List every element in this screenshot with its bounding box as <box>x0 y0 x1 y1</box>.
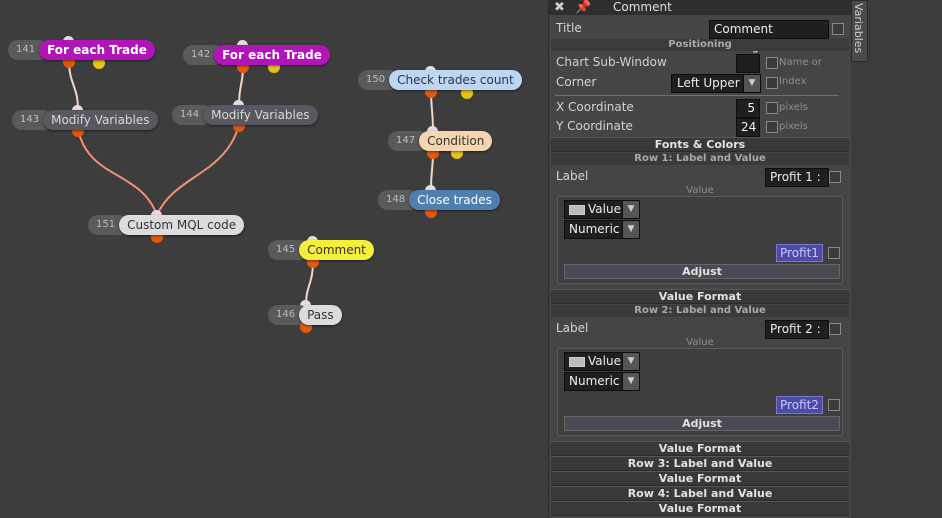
row1-value-group: Value ▼ Numeric ▼ Profit1 Adjust <box>557 196 843 284</box>
y-input[interactable]: 24 <box>736 118 760 137</box>
properties-panel: ✖ 📌 Comment Title Comment Message Positi… <box>548 0 851 518</box>
corner-value: Left Upper <box>677 76 740 90</box>
x-row: X Coordinate 5 pixels <box>551 98 849 118</box>
variables-tab-label: Variables <box>852 3 865 54</box>
node-145[interactable]: 145 Comment <box>268 240 374 260</box>
chevron-down-icon: ▼ <box>743 75 760 92</box>
x-label: X Coordinate <box>556 100 634 114</box>
row1-label-checkbox[interactable] <box>829 171 841 183</box>
row3-value-format-header[interactable]: Value Format <box>551 471 849 486</box>
row2-label-checkbox[interactable] <box>829 323 841 335</box>
row1-type-select[interactable]: Value ▼ <box>564 200 640 219</box>
row1-label-row: Label Profit 1 : <box>551 167 849 187</box>
node-142[interactable]: 142 For each Trade <box>183 45 330 65</box>
title-input[interactable]: Comment Message <box>709 20 829 53</box>
variables-side-tab[interactable]: Variables <box>851 0 868 62</box>
subwindow-row: Chart Sub-Window Name or Index <box>551 53 849 87</box>
wire-143-151 <box>77 129 158 216</box>
chevron-down-icon: ▼ <box>622 353 639 370</box>
fonts-colors-header[interactable]: Fonts & Colors <box>551 137 849 152</box>
row1-type-value: Value <box>588 202 621 216</box>
corner-row: Corner Left Upper ▼ <box>551 73 849 93</box>
row2-header: Row 2: Label and Value <box>551 305 849 317</box>
workflow-canvas[interactable]: 141 For each Trade 142 For each Trade 14… <box>0 0 548 518</box>
row1-format-value: Numeric <box>569 222 620 236</box>
node-148[interactable]: 148 Close trades <box>378 190 500 210</box>
row2-variable-checkbox[interactable] <box>828 399 840 411</box>
row1-header: Row 1: Label and Value <box>551 153 849 165</box>
node-146[interactable]: 146 Pass <box>268 305 342 325</box>
node-150[interactable]: 150 Check trades count <box>358 70 522 90</box>
value-icon <box>569 356 585 367</box>
node-label: Pass <box>299 305 342 325</box>
positioning-header: Positioning <box>551 39 849 51</box>
y-checkbox[interactable] <box>766 121 778 133</box>
node-label: Custom MQL code <box>119 215 245 235</box>
x-input[interactable]: 5 <box>736 99 760 118</box>
node-151[interactable]: 151 Custom MQL code <box>88 215 245 235</box>
corner-select[interactable]: Left Upper ▼ <box>671 74 761 93</box>
node-label: Close trades <box>409 190 500 210</box>
panel-titlebar: ✖ 📌 Comment <box>549 0 851 15</box>
row1-variable-button[interactable]: Profit1 <box>776 244 823 262</box>
subwindow-label: Chart Sub-Window <box>556 55 667 69</box>
x-checkbox[interactable] <box>766 102 778 114</box>
x-unit: pixels <box>779 102 808 113</box>
node-143[interactable]: 143 Modify Variables <box>12 110 158 130</box>
chevron-down-icon: ▼ <box>622 373 639 390</box>
row2-value-format-header[interactable]: Value Format <box>551 441 849 456</box>
row2-type-select[interactable]: Value ▼ <box>564 352 640 371</box>
row1-format-select[interactable]: Numeric ▼ <box>564 220 640 239</box>
node-label: Modify Variables <box>43 110 158 130</box>
divider <box>555 95 839 96</box>
chevron-down-icon: ▼ <box>622 201 639 218</box>
subwindow-checkbox[interactable] <box>766 57 778 69</box>
row4-header[interactable]: Row 4: Label and Value <box>551 486 849 501</box>
row4-value-format-header[interactable]: Value Format <box>551 501 849 516</box>
node-label: For each Trade <box>214 45 330 65</box>
y-row: Y Coordinate 24 pixels <box>551 117 849 137</box>
row1-label-caption: Label <box>556 169 589 183</box>
close-icon[interactable]: ✖ <box>554 0 565 15</box>
node-label: Condition <box>419 131 493 151</box>
node-label: Modify Variables <box>203 105 318 125</box>
row1-value-format-header[interactable]: Value Format <box>551 289 849 304</box>
title-label: Title <box>556 21 582 35</box>
y-unit: pixels <box>779 121 808 132</box>
corner-label: Corner <box>556 75 597 89</box>
node-label: For each Trade <box>39 40 155 60</box>
row2-value-group: Value ▼ Numeric ▼ Profit2 Adjust <box>557 348 843 436</box>
wire-144-151 <box>156 124 240 216</box>
row2-format-value: Numeric <box>569 374 620 388</box>
row2-adjust-button[interactable]: Adjust <box>564 416 840 431</box>
node-147[interactable]: 147 Condition <box>388 131 493 151</box>
row1-variable-checkbox[interactable] <box>828 247 840 259</box>
row3-header[interactable]: Row 3: Label and Value <box>551 456 849 471</box>
node-141[interactable]: 141 For each Trade <box>8 40 155 60</box>
row2-value-caption: Value <box>686 337 714 348</box>
row2-type-value: Value <box>588 354 621 368</box>
row2-variable-button[interactable]: Profit2 <box>776 396 823 414</box>
row1-value-caption: Value <box>686 185 714 196</box>
subwindow-input[interactable] <box>736 54 760 73</box>
corner-checkbox[interactable] <box>766 77 778 89</box>
panel-title: Comment <box>613 0 672 14</box>
node-label: Comment <box>299 240 374 260</box>
pin-icon[interactable]: 📌 <box>575 0 591 15</box>
y-label: Y Coordinate <box>556 119 633 133</box>
chevron-down-icon: ▼ <box>622 221 639 238</box>
row2-label-caption: Label <box>556 321 589 335</box>
value-icon <box>569 204 585 215</box>
node-144[interactable]: 144 Modify Variables <box>172 105 318 125</box>
row1-adjust-button[interactable]: Adjust <box>564 264 840 279</box>
row2-label-row: Label Profit 2 : <box>551 319 849 339</box>
title-checkbox[interactable] <box>832 23 844 35</box>
row2-format-select[interactable]: Numeric ▼ <box>564 372 640 391</box>
node-label: Check trades count <box>389 70 522 90</box>
title-row: Title Comment Message <box>551 19 849 53</box>
